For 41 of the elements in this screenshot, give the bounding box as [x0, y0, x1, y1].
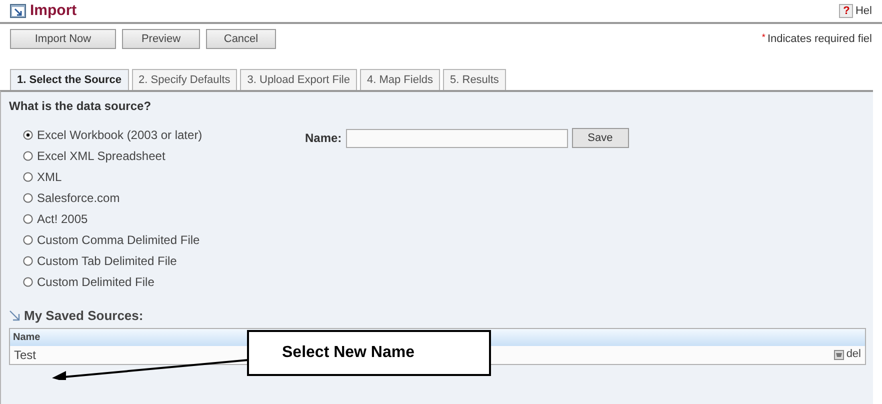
- radio-button[interactable]: [23, 192, 33, 202]
- tab[interactable]: 5. Results: [443, 69, 506, 90]
- tab[interactable]: 1. Select the Source: [10, 69, 129, 90]
- radio-button[interactable]: [23, 214, 33, 224]
- help-link[interactable]: Hel: [855, 2, 872, 20]
- toolbar-button[interactable]: Preview: [122, 29, 200, 49]
- tab[interactable]: 3. Upload Export File: [240, 69, 357, 90]
- tab[interactable]: 4. Map Fields: [360, 69, 440, 90]
- option-label: Custom Delimited File: [37, 274, 154, 290]
- page-title: Import: [30, 0, 77, 21]
- save-button[interactable]: Save: [572, 128, 629, 148]
- option-label: Act! 2005: [37, 210, 88, 228]
- radio-button[interactable]: [23, 150, 33, 160]
- option-label: XML: [37, 168, 62, 186]
- toolbar-button[interactable]: Cancel: [206, 29, 276, 49]
- help-icon[interactable]: ?: [839, 4, 854, 18]
- column-header: Name: [13, 330, 40, 344]
- name-field[interactable]: [346, 128, 568, 148]
- radio-button[interactable]: [23, 130, 33, 140]
- delete-icon[interactable]: [834, 350, 844, 360]
- toolbar-button[interactable]: Import Now: [10, 29, 116, 49]
- tab[interactable]: 2. Specify Defaults: [132, 69, 238, 90]
- arrow-icon: [9, 310, 21, 322]
- option-label: Excel XML Spreadsheet: [37, 148, 166, 164]
- radio-button[interactable]: [23, 234, 33, 244]
- section-heading: What is the data source?: [9, 98, 152, 115]
- option-label: Custom Tab Delimited File: [37, 252, 177, 270]
- section-heading: My Saved Sources:: [24, 307, 144, 325]
- option-label: Excel Workbook (2003 or later): [37, 126, 202, 144]
- required-asterisk: *: [762, 30, 766, 44]
- option-label: Custom Comma Delimited File: [37, 232, 200, 248]
- table-cell-text: Test: [14, 346, 36, 364]
- delete-link[interactable]: del: [846, 346, 861, 363]
- radio-button[interactable]: [23, 276, 33, 286]
- option-label: Salesforce.com: [37, 190, 120, 206]
- required-note: Indicates required fiel: [767, 32, 872, 47]
- name-label: Name:: [305, 130, 342, 147]
- window-icon: [10, 4, 26, 18]
- radio-button[interactable]: [23, 256, 33, 266]
- callout-box: Select New Name: [247, 330, 491, 376]
- radio-button[interactable]: [23, 172, 33, 182]
